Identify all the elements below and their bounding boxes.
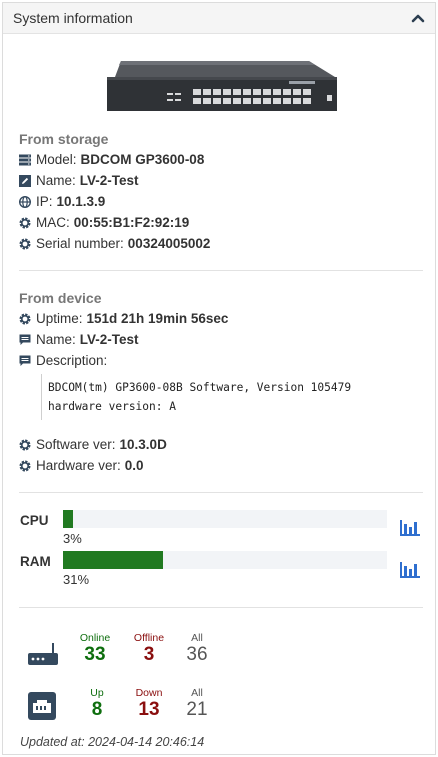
all-count: 21 (186, 699, 208, 720)
ports-down-stat: Down 13 (129, 687, 169, 721)
description-text: BDCOM(tm) GP3600-08B Software, Version 1… (41, 374, 411, 420)
down-label: Down (135, 687, 163, 699)
cpu-label: CPU (20, 513, 49, 528)
device-section-title: From device (19, 290, 102, 306)
onu-all-stat: All 36 (177, 632, 217, 666)
cpu-meter-fill (63, 510, 73, 528)
device-software-row: Software ver: 10.3.0D (19, 437, 167, 452)
ethernet-port-icon (28, 692, 56, 720)
name-label: Name: (36, 173, 76, 188)
chevron-up-icon[interactable] (409, 10, 427, 26)
software-label: Software ver: (36, 437, 116, 452)
hardware-value: 0.0 (124, 458, 144, 473)
device-name-row: Name: LV-2-Test (19, 332, 139, 347)
storage-model-row: Model: BDCOM GP3600-08 (19, 152, 204, 167)
server-icon (19, 154, 31, 165)
ports-up-stat: Up 8 (77, 687, 117, 721)
system-information-panel: System information From storage Model: B… (2, 2, 436, 755)
router-icon (28, 643, 58, 665)
up-label: Up (90, 687, 104, 699)
onu-online-stat: Online 33 (75, 632, 115, 666)
software-value: 10.3.0D (119, 437, 167, 452)
comment-icon (19, 334, 31, 345)
panel-header[interactable]: System information (3, 3, 435, 34)
cpu-meter (63, 510, 387, 528)
offline-label: Offline (133, 632, 165, 644)
gear-icon (19, 460, 31, 471)
ram-percent: 31% (63, 572, 90, 587)
divider (19, 492, 423, 493)
globe-icon (19, 195, 31, 208)
online-label: Online (79, 632, 111, 644)
all-label: All (191, 632, 203, 644)
ram-label: RAM (20, 554, 51, 569)
model-value: BDCOM GP3600-08 (80, 152, 205, 167)
storage-mac-row: MAC: 00:55:B1:F2:92:19 (19, 215, 189, 230)
device-name-value: LV-2-Test (79, 332, 139, 347)
device-uptime-row: Uptime: 151d 21h 19min 56sec (19, 311, 228, 326)
online-count: 33 (84, 644, 106, 665)
storage-ip-row: IP: 10.1.3.9 (19, 194, 105, 209)
mac-value: 00:55:B1:F2:92:19 (73, 215, 190, 230)
updated-timestamp: Updated at: 2024-04-14 20:46:14 (20, 735, 205, 749)
all-count: 36 (186, 644, 208, 665)
divider (19, 607, 423, 608)
cpu-percent: 3% (63, 531, 82, 546)
device-name-label: Name: (36, 332, 76, 347)
offline-count: 3 (143, 644, 155, 665)
gear-icon (19, 238, 31, 249)
description-label: Description: (36, 353, 108, 368)
gear-icon (19, 439, 31, 450)
uptime-value: 151d 21h 19min 56sec (86, 311, 229, 326)
storage-name-row: Name: LV-2-Test (19, 173, 139, 188)
down-count: 13 (138, 699, 160, 720)
panel-title: System information (13, 10, 133, 26)
storage-section-title: From storage (19, 131, 109, 147)
gear-icon (19, 217, 31, 228)
storage-serial-row: Serial number: 00324005002 (19, 236, 210, 251)
bar-chart-icon[interactable] (400, 560, 420, 578)
uptime-label: Uptime: (36, 311, 83, 326)
ram-meter-fill (63, 551, 164, 569)
up-count: 8 (91, 699, 103, 720)
device-hardware-row: Hardware ver: 0.0 (19, 458, 144, 473)
ram-meter (63, 551, 387, 569)
mac-label: MAC: (36, 215, 70, 230)
comment-icon (19, 355, 31, 366)
edit-icon (19, 174, 31, 187)
all-label: All (191, 687, 203, 699)
serial-label: Serial number: (36, 236, 124, 251)
serial-value: 00324005002 (127, 236, 211, 251)
ip-label: IP: (36, 194, 53, 209)
ip-value: 10.1.3.9 (56, 194, 106, 209)
hardware-label: Hardware ver: (36, 458, 121, 473)
model-label: Model: (36, 152, 77, 167)
gear-icon (19, 313, 31, 324)
bar-chart-icon[interactable] (400, 518, 420, 536)
ports-all-stat: All 21 (177, 687, 217, 721)
device-description-row: Description: (19, 353, 111, 368)
divider (19, 270, 423, 271)
name-value: LV-2-Test (79, 173, 139, 188)
onu-offline-stat: Offline 3 (129, 632, 169, 666)
device-image (107, 61, 337, 111)
